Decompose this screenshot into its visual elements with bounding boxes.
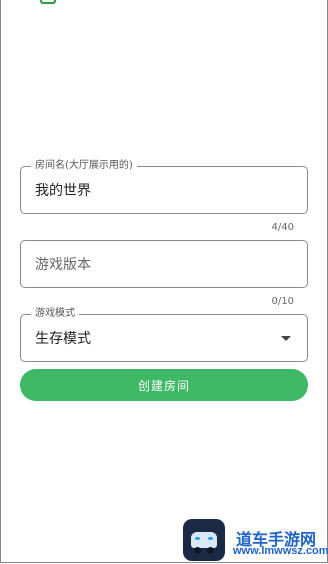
checkbox-icon bbox=[40, 0, 56, 4]
room-name-field[interactable]: 房间名(大厅展示用的) 我的世界 bbox=[20, 159, 308, 214]
car-wheel-icon bbox=[207, 547, 214, 554]
game-mode-select[interactable]: 游戏模式 生存模式 bbox=[20, 307, 308, 362]
game-mode-label: 游戏模式 bbox=[31, 307, 79, 321]
game-mode-value: 生存模式 bbox=[35, 331, 91, 347]
create-room-button[interactable]: 创建房间 bbox=[20, 369, 308, 401]
game-version-counter: 0/10 bbox=[271, 296, 294, 307]
dropdown-arrow-icon[interactable] bbox=[281, 336, 291, 341]
room-name-counter: 4/40 bbox=[271, 222, 294, 233]
game-version-placeholder: 游戏版本 bbox=[35, 257, 91, 273]
car-wheel-icon bbox=[194, 547, 201, 554]
game-version-field[interactable]: 游戏版本 bbox=[20, 240, 308, 288]
room-name-label: 房间名(大厅展示用的) bbox=[31, 159, 137, 173]
car-headlight-icon bbox=[195, 537, 200, 540]
watermark-url: www.lmwwsz.com bbox=[233, 545, 328, 557]
watermark-logo bbox=[183, 519, 225, 561]
room-name-value: 我的世界 bbox=[35, 183, 91, 199]
car-icon bbox=[191, 532, 217, 548]
car-headlight-icon bbox=[208, 537, 213, 540]
